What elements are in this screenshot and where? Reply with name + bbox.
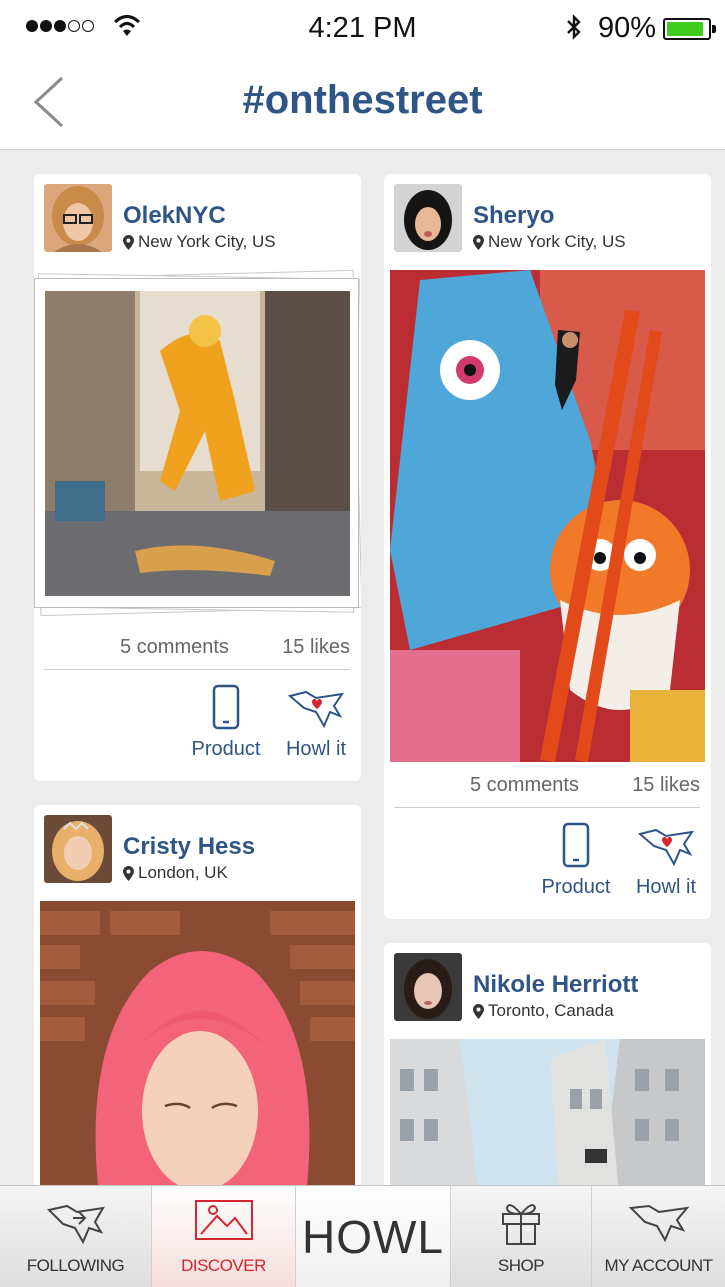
post-photo[interactable]: [40, 901, 355, 1205]
tab-label: FOLLOWING: [26, 1256, 125, 1275]
product-button[interactable]: Product: [186, 684, 266, 761]
tab-following[interactable]: FOLLOWING: [0, 1186, 152, 1287]
status-bar: 4:21 PM 90%: [0, 0, 725, 54]
username[interactable]: OlekNYC: [123, 202, 226, 230]
location-text: London, UK: [138, 863, 228, 882]
post-card: Nikole Herriott Toronto, Canada: [384, 943, 711, 1205]
tab-discover[interactable]: DISCOVER: [152, 1186, 296, 1287]
location-text: Toronto, Canada: [488, 1001, 614, 1020]
picture-icon: [194, 1200, 253, 1240]
comments-count[interactable]: 5 comments: [470, 774, 579, 797]
username[interactable]: Nikole Herriott: [473, 971, 638, 999]
tab-label: SHOP: [497, 1256, 545, 1275]
username[interactable]: Sheryo: [473, 202, 554, 230]
post-stats: 5 comments 15 likes: [394, 774, 700, 808]
tab-my-account[interactable]: MY ACCOUNT: [592, 1186, 725, 1287]
howl-it-button[interactable]: Howl it: [278, 686, 354, 761]
post-card: Sheryo New York City, US 5 comments 15 l…: [384, 174, 711, 919]
product-label: Product: [541, 876, 611, 898]
post-photo[interactable]: [390, 1039, 705, 1205]
battery-icon: [663, 18, 711, 40]
gift-icon: [502, 1204, 540, 1245]
avatar[interactable]: [394, 953, 462, 1021]
howl-it-button[interactable]: Howl it: [628, 824, 704, 899]
phone-icon: [562, 822, 590, 868]
howl-label: HOWL: [302, 1211, 444, 1263]
likes-count[interactable]: 15 likes: [632, 774, 700, 797]
wolf-heart-icon: [637, 828, 695, 867]
product-label: Product: [191, 738, 261, 760]
avatar[interactable]: [44, 815, 112, 883]
howl-it-label: Howl it: [635, 876, 696, 898]
phone-icon: [212, 684, 240, 730]
location-text: New York City, US: [488, 232, 626, 251]
username[interactable]: Cristy Hess: [123, 833, 255, 861]
location: London, UK: [123, 863, 228, 883]
wolf-heart-icon: [287, 690, 345, 729]
location-pin-icon: [123, 234, 134, 250]
avatar[interactable]: [394, 184, 462, 252]
post-stats: 5 comments 15 likes: [44, 636, 350, 670]
location: Toronto, Canada: [473, 1001, 614, 1021]
location: New York City, US: [123, 232, 276, 252]
location-text: New York City, US: [138, 232, 276, 251]
wolf-head-icon: [628, 1204, 689, 1243]
post-card: OlekNYC New York City, US 5 comments 15 …: [34, 174, 361, 781]
bluetooth-icon: [567, 14, 581, 40]
tab-shop[interactable]: SHOP: [451, 1186, 592, 1287]
post-photo[interactable]: [45, 291, 350, 596]
howl-button[interactable]: HOWL: [296, 1186, 451, 1287]
howl-it-label: Howl it: [285, 738, 346, 760]
tab-label: DISCOVER: [181, 1256, 266, 1275]
page-title: #onthestreet: [242, 78, 483, 122]
comments-count[interactable]: 5 comments: [120, 636, 229, 659]
location: New York City, US: [473, 232, 626, 252]
likes-count[interactable]: 15 likes: [282, 636, 350, 659]
post-card: Cristy Hess London, UK: [34, 805, 361, 1205]
location-pin-icon: [473, 1003, 484, 1019]
wolf-arrow-icon: [46, 1204, 105, 1245]
avatar[interactable]: [44, 184, 112, 252]
location-pin-icon: [123, 865, 134, 881]
tab-label: MY ACCOUNT: [604, 1256, 713, 1275]
tab-bar: FOLLOWING DISCOVER HOWL SHOP MY ACCOUNT: [0, 1185, 725, 1287]
post-photo[interactable]: [390, 270, 705, 762]
product-button[interactable]: Product: [536, 822, 616, 899]
location-pin-icon: [473, 234, 484, 250]
navigation-bar: #onthestreet: [0, 54, 725, 150]
battery-percent: 90%: [598, 12, 657, 44]
